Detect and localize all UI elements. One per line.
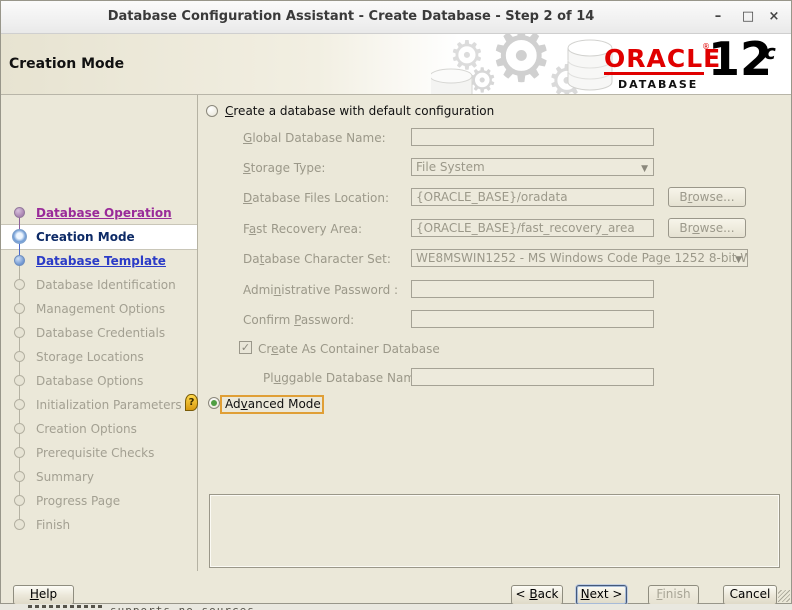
- sidebar-step-finish: Finish: [1, 513, 197, 537]
- titlebar[interactable]: Database Configuration Assistant - Creat…: [1, 1, 791, 34]
- screen: Database Configuration Assistant - Creat…: [0, 0, 792, 610]
- radio-selected-dot: [211, 400, 217, 406]
- global-database-name-label: Global Database Name:: [243, 131, 386, 145]
- administrative-password-input[interactable]: [411, 280, 654, 298]
- terminal-text-fragment: supports no sources: [110, 605, 255, 610]
- step-dot: [14, 447, 25, 458]
- sidebar-step-database-options: Database Options: [1, 369, 197, 393]
- maximize-icon: □: [742, 9, 754, 24]
- default-configuration-radio-label[interactable]: Create a database with default configura…: [225, 104, 494, 118]
- storage-type-label: Storage Type:: [243, 161, 325, 175]
- container-database-checkbox[interactable]: ✓: [239, 341, 252, 354]
- default-configuration-radio[interactable]: [206, 105, 218, 117]
- gear-icon: ⚙: [489, 34, 554, 92]
- database-cylinder-icon: [431, 66, 477, 94]
- back-button[interactable]: < Back: [511, 585, 563, 605]
- sidebar-step-creation-mode: Creation Mode: [1, 225, 197, 249]
- oracle-database-label: DATABASE: [618, 78, 698, 91]
- page-title: Creation Mode: [9, 56, 124, 72]
- global-database-name-input[interactable]: [411, 128, 654, 146]
- creation-mode-form: Create a database with default configura…: [198, 95, 791, 603]
- header-banner: Creation Mode ⚙ ⚙ ⚙ ⚙ ORACLE: [1, 34, 791, 95]
- database-character-set-label: Database Character Set:: [243, 252, 391, 266]
- container-database-checkbox-label[interactable]: Create As Container Database: [258, 342, 440, 356]
- step-dot: [14, 375, 25, 386]
- database-files-location-input[interactable]: {ORACLE_BASE}/oradata: [411, 188, 654, 206]
- sidebar-step-database-operation[interactable]: Database Operation: [1, 201, 197, 225]
- next-button[interactable]: Next >: [576, 585, 627, 605]
- step-dot: [14, 351, 25, 362]
- window-title: Database Configuration Assistant - Creat…: [1, 9, 701, 24]
- sidebar-step-progress-page: Progress Page: [1, 489, 197, 513]
- storage-type-select[interactable]: File System▼: [411, 158, 654, 176]
- check-icon: ✓: [241, 341, 250, 354]
- step-dot: [14, 495, 25, 506]
- confirm-password-input[interactable]: [411, 310, 654, 328]
- fast-recovery-area-label: Fast Recovery Area:: [243, 222, 362, 236]
- sidebar-step-database-credentials: Database Credentials: [1, 321, 197, 345]
- minimize-icon: –: [715, 9, 722, 24]
- sidebar-step-initialization-parameters: Initialization Parameters: [1, 393, 197, 417]
- message-panel: [209, 494, 780, 568]
- step-dot: [14, 423, 25, 434]
- sidebar-step-database-template[interactable]: Database Template: [1, 249, 197, 273]
- step-dot: [14, 399, 25, 410]
- help-hint-icon: ?: [185, 394, 198, 411]
- oracle-logo: ORACLE ® DATABASE 12 c: [596, 40, 786, 92]
- sidebar-step-storage-locations: Storage Locations: [1, 345, 197, 369]
- browse-files-location-button[interactable]: Browse...: [668, 187, 746, 207]
- close-button[interactable]: ×: [763, 7, 785, 27]
- oracle-version: 12: [708, 32, 772, 86]
- step-dot: [14, 279, 25, 290]
- sidebar-step-summary: Summary: [1, 465, 197, 489]
- sidebar-step-management-options: Management Options: [1, 297, 197, 321]
- step-dot: [14, 471, 25, 482]
- browse-recovery-area-button[interactable]: Browse...: [668, 218, 746, 238]
- finish-button[interactable]: Finish: [648, 585, 699, 605]
- oracle-version-suffix: c: [764, 40, 776, 64]
- step-dot: [14, 207, 25, 218]
- step-dot: [14, 327, 25, 338]
- clipped-terminal-word: [28, 605, 102, 608]
- sidebar-step-database-identification: Database Identification: [1, 273, 197, 297]
- database-character-set-select[interactable]: WE8MSWIN1252 - MS Windows Code Page 1252…: [411, 249, 748, 267]
- advanced-mode-radio[interactable]: [208, 397, 220, 409]
- pluggable-database-name-label: Pluggable Database Name:: [263, 371, 426, 385]
- minimize-button[interactable]: –: [707, 7, 729, 27]
- resize-grip[interactable]: [778, 590, 790, 602]
- step-dot: [14, 255, 25, 266]
- dropdown-arrow-icon: ▼: [735, 253, 742, 267]
- administrative-password-label: Administrative Password :: [243, 283, 398, 297]
- dbca-window: Database Configuration Assistant - Creat…: [0, 0, 792, 604]
- maximize-button[interactable]: □: [737, 7, 759, 27]
- dropdown-arrow-icon: ▼: [641, 162, 648, 176]
- close-icon: ×: [769, 9, 780, 24]
- pluggable-database-name-input[interactable]: [411, 368, 654, 386]
- cancel-button[interactable]: Cancel: [723, 585, 777, 605]
- fast-recovery-area-input[interactable]: {ORACLE_BASE}/fast_recovery_area: [411, 219, 654, 237]
- advanced-mode-radio-label[interactable]: Advanced Mode: [225, 397, 321, 411]
- sidebar-step-prerequisite-checks: Prerequisite Checks: [1, 441, 197, 465]
- terminal-strip: supports no sources: [0, 604, 792, 610]
- oracle-rule: [604, 72, 704, 75]
- sidebar-step-creation-options: Creation Options: [1, 417, 197, 441]
- step-dot: [14, 303, 25, 314]
- help-button[interactable]: Help: [13, 585, 74, 605]
- confirm-password-label: Confirm Password:: [243, 313, 354, 327]
- step-dot: [14, 519, 25, 530]
- wizard-steps-sidebar: Database Operation Creation Mode Databas…: [1, 95, 198, 571]
- database-files-location-label: Database Files Location:: [243, 191, 389, 205]
- step-dot: [12, 229, 27, 244]
